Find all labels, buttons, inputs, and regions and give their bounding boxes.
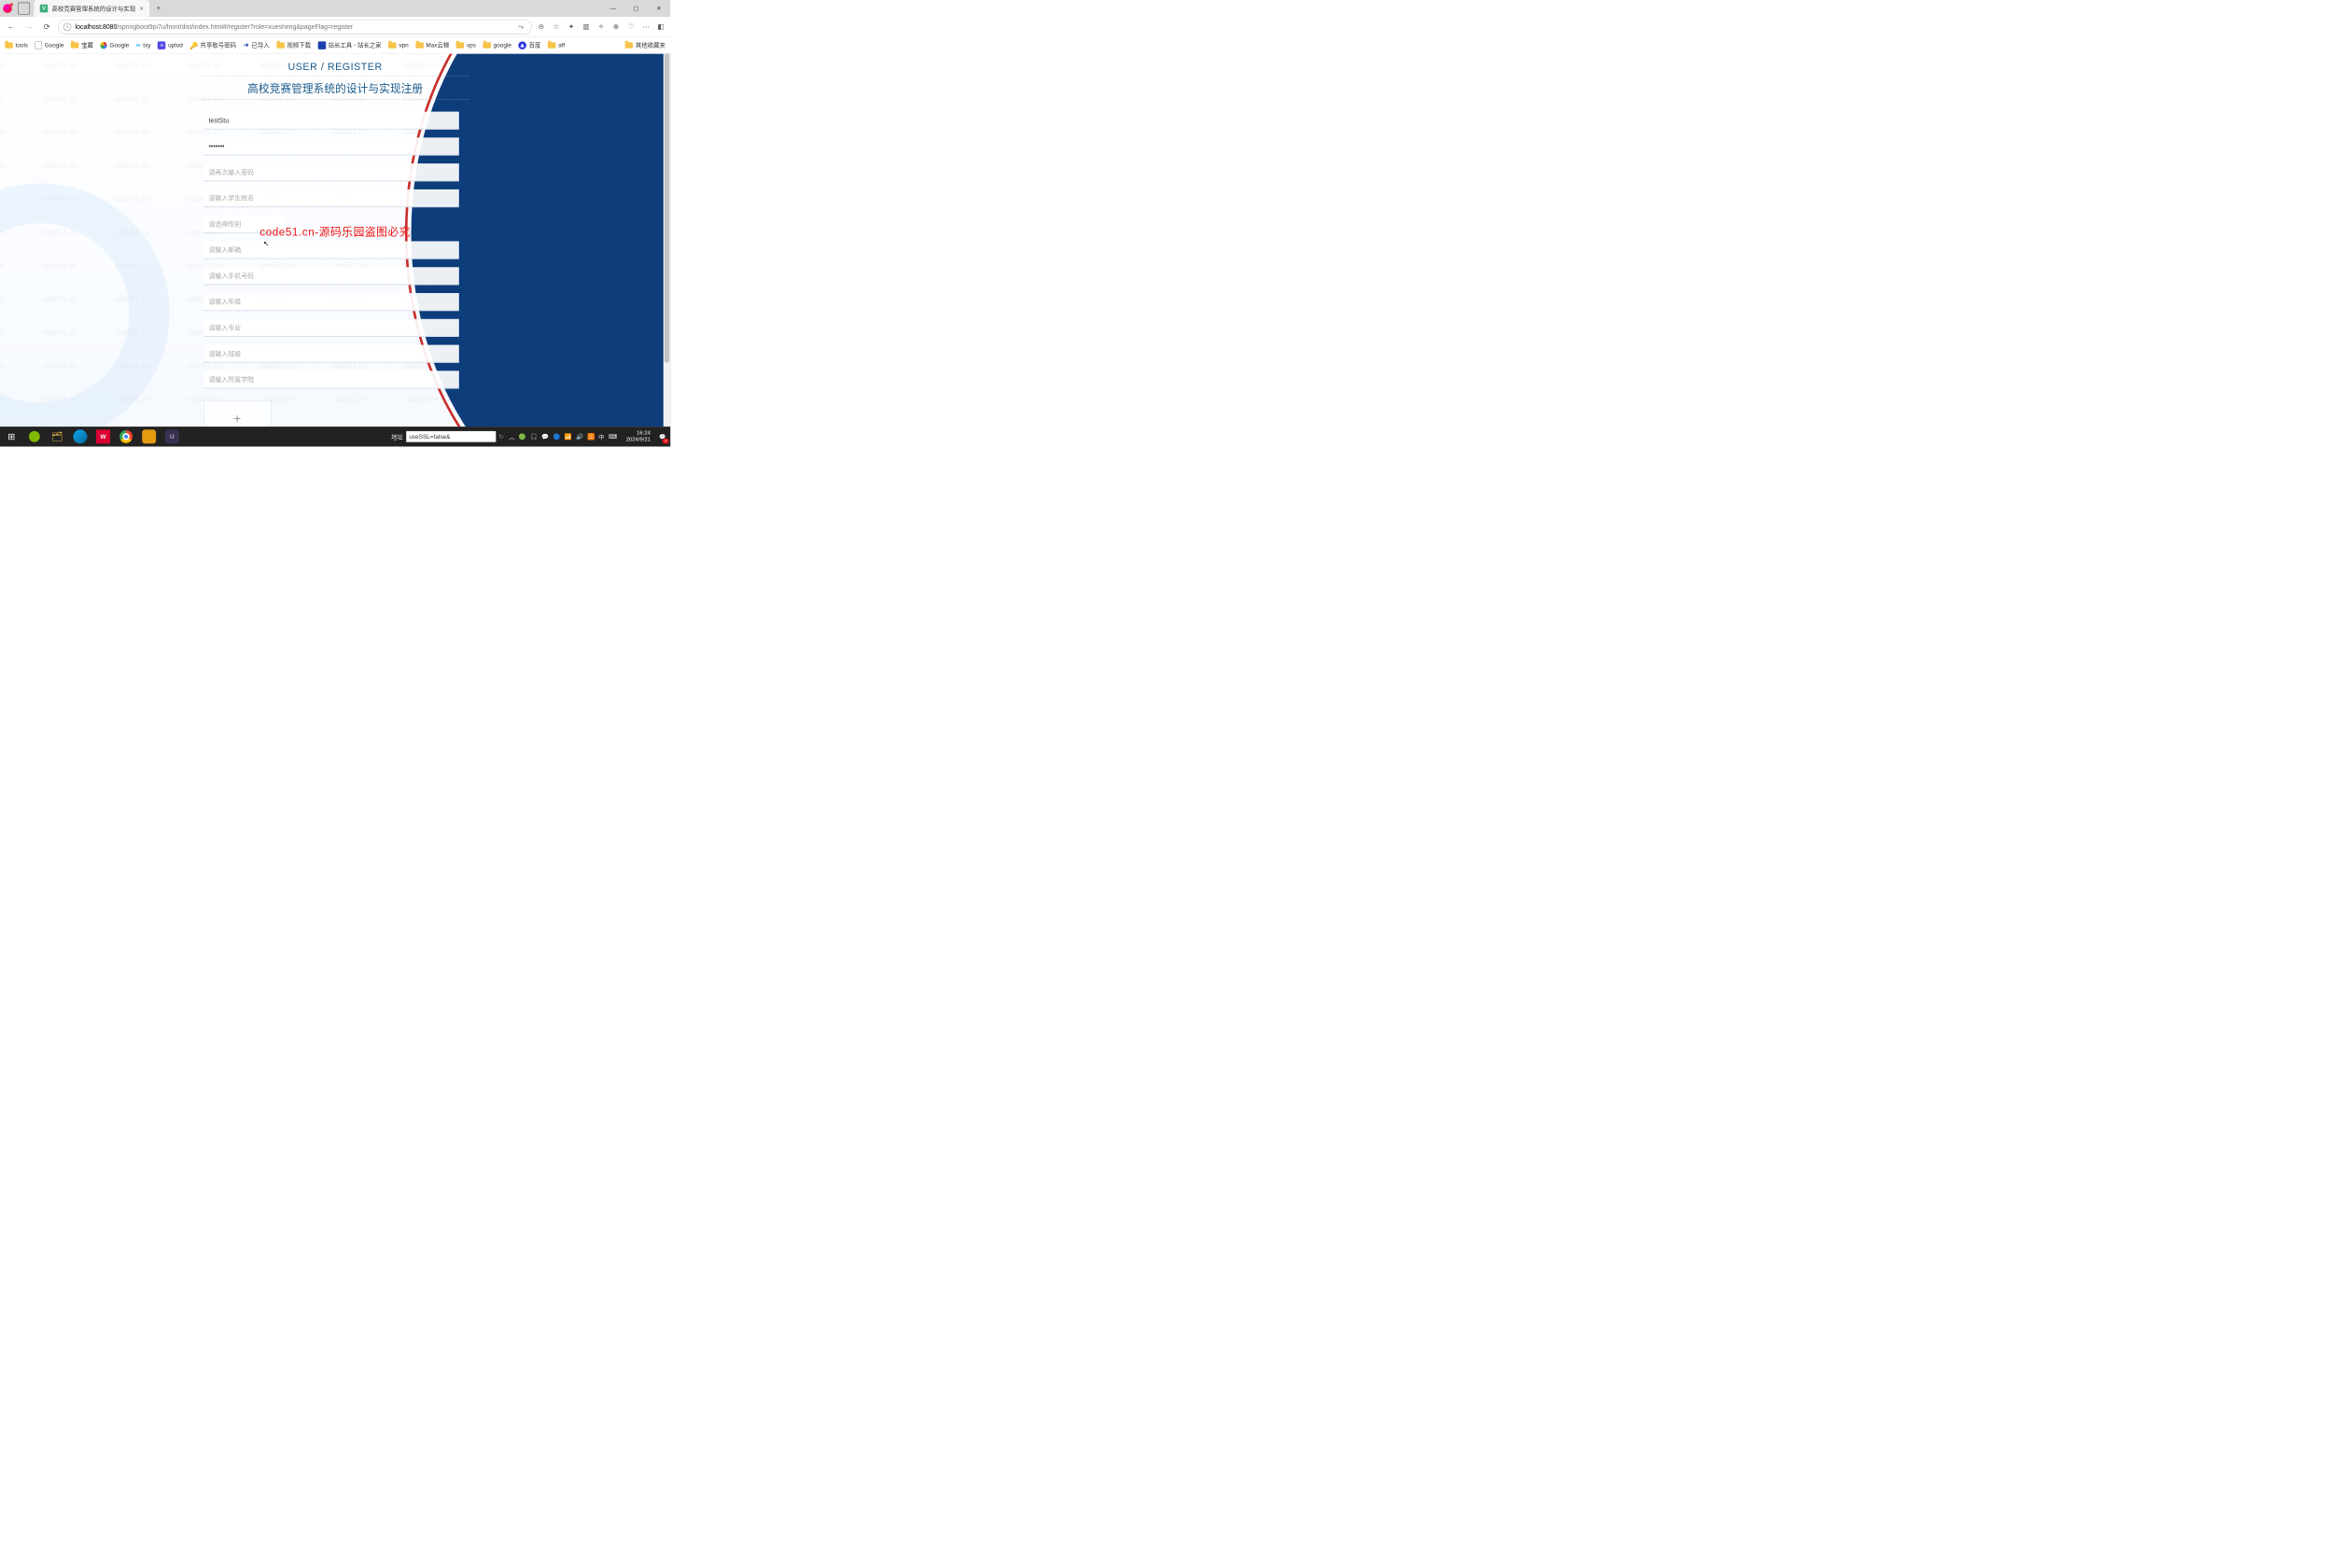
url-bar[interactable]: i localhost:8080/springboot9pi7u/front/d…: [58, 20, 532, 35]
email-input[interactable]: [203, 241, 458, 259]
grade-input[interactable]: [203, 293, 458, 311]
read-aloud-icon[interactable]: ⤳: [515, 21, 526, 33]
bookmark-item[interactable]: google: [483, 42, 511, 49]
navbar: ← → ⟳ i localhost:8080/springboot9pi7u/f…: [0, 17, 670, 36]
favicon-icon: V: [40, 5, 49, 13]
tray-network-icon[interactable]: 📶: [565, 433, 572, 440]
split-icon[interactable]: ▥: [581, 21, 592, 33]
bookmark-item[interactable]: ∞txy: [136, 41, 151, 49]
divider: [201, 99, 469, 100]
major-input[interactable]: [203, 319, 458, 337]
taskbar-edge-icon[interactable]: [73, 429, 87, 443]
taskbar-ps-icon[interactable]: [142, 429, 156, 443]
bookmark-item[interactable]: vps: [456, 42, 476, 49]
new-tab-button[interactable]: +: [151, 2, 165, 16]
tray-sound-icon[interactable]: 🔊: [576, 433, 583, 440]
bookmark-item[interactable]: aff: [548, 42, 565, 49]
sidebar-icon[interactable]: ◧: [655, 21, 666, 33]
url-text: localhost:8080/springboot9pi7u/front/dis…: [76, 23, 511, 31]
taskbar-chrome-icon[interactable]: [119, 430, 133, 443]
taskbar-intellij-icon[interactable]: IJ: [165, 429, 179, 443]
shopping-icon[interactable]: ⊕: [610, 21, 622, 33]
college-input[interactable]: [203, 371, 458, 388]
favorite-icon[interactable]: ☆: [551, 21, 562, 33]
zoom-icon[interactable]: ⊖: [536, 21, 547, 33]
bookmark-item[interactable]: Max云梯: [415, 41, 449, 49]
scrollbar[interactable]: [664, 54, 670, 427]
taskbar-wps-icon[interactable]: W: [96, 429, 110, 443]
bookmark-item[interactable]: Google: [35, 41, 64, 49]
tray-ime-icon[interactable]: 中: [598, 432, 604, 441]
bookmark-item[interactable]: 站长工具 - 站长之家: [317, 41, 381, 49]
taskbar-address-input[interactable]: [406, 431, 496, 442]
page-subheading: 高校竞赛管理系统的设计与实现注册: [201, 79, 469, 95]
minimize-button[interactable]: —: [602, 0, 625, 17]
bookmark-item[interactable]: ➜已导入: [243, 41, 269, 49]
page-viewport: code51.cncode51.cncode51.cncode51.cncode…: [0, 54, 670, 447]
notifications-button[interactable]: 💬7: [654, 427, 670, 446]
close-tab-icon[interactable]: ×: [140, 5, 144, 13]
browser-tab[interactable]: V 高校竞赛管理系统的设计与实现 ×: [34, 0, 149, 17]
wallet-icon[interactable]: ♡: [625, 21, 637, 33]
register-form: USER / REGISTER 高校竞赛管理系统的设计与实现注册 +: [201, 62, 469, 436]
tabstrip-icon[interactable]: [18, 3, 30, 15]
refresh-button[interactable]: ⟳: [40, 20, 54, 34]
password-input[interactable]: [203, 137, 458, 155]
tray-sogou-icon[interactable]: S: [587, 433, 594, 440]
bookmark-item[interactable]: vpn: [388, 42, 409, 49]
phone-input[interactable]: [203, 267, 458, 285]
password-confirm-input[interactable]: [203, 163, 458, 181]
taskbar: ⊞ 🗂 W IJ 地址 ↻ ︿ 🟢 🎧 💬 🔵 📶 🔊 S 中 ⌨ 16:24: [0, 427, 670, 446]
student-name-input[interactable]: [203, 189, 458, 207]
system-tray[interactable]: ︿ 🟢 🎧 💬 🔵 📶 🔊 S 中 ⌨: [504, 432, 623, 441]
tray-app-icon[interactable]: 🟢: [519, 433, 526, 440]
more-icon[interactable]: ⋯: [640, 21, 651, 33]
bookmark-item[interactable]: tools: [5, 42, 28, 49]
divider: [201, 76, 469, 77]
tray-app-icon[interactable]: 💬: [541, 433, 549, 440]
maximize-button[interactable]: ▢: [624, 0, 648, 17]
scrollbar-thumb[interactable]: [665, 54, 669, 363]
extensions-icon[interactable]: ✦: [566, 21, 577, 33]
taskbar-clock[interactable]: 16:24 2024/9/21: [622, 430, 654, 443]
bookmarks-overflow[interactable]: 其他收藏夹: [625, 41, 665, 49]
gender-select[interactable]: [203, 216, 283, 233]
bookmark-item[interactable]: 视频下载: [276, 41, 311, 49]
profile-icon[interactable]: [3, 4, 12, 13]
bookmark-item[interactable]: Google: [100, 42, 129, 49]
site-info-icon[interactable]: i: [63, 22, 72, 31]
taskbar-explorer-icon[interactable]: 🗂: [46, 427, 69, 446]
bookmark-item[interactable]: 百度: [518, 41, 540, 49]
bookmarks-bar: tools Google 宝藏 Google ∞txy sluplod 🔑共享账号密码 ➜已导…: [0, 37, 670, 54]
decorative-circle: [0, 184, 170, 443]
start-button[interactable]: ⊞: [0, 427, 23, 446]
bookmark-item[interactable]: sluplod: [158, 41, 183, 49]
tab-title: 高校竞赛管理系统的设计与实现: [52, 5, 136, 13]
class-input[interactable]: [203, 345, 458, 363]
folder-icon: [625, 42, 634, 48]
page-heading: USER / REGISTER: [201, 62, 469, 73]
username-input[interactable]: [203, 112, 458, 130]
taskbar-browser-icon[interactable]: [23, 427, 47, 446]
tray-app-icon[interactable]: 🎧: [530, 433, 538, 440]
titlebar: V 高校竞赛管理系统的设计与实现 × + — ▢ ✕: [0, 0, 670, 17]
tray-chevron-icon[interactable]: ︿: [509, 432, 514, 441]
forward-button: →: [21, 20, 35, 34]
tray-app-icon[interactable]: 🔵: [553, 433, 561, 440]
collections-icon[interactable]: ✧: [595, 21, 607, 33]
bookmark-item[interactable]: 🔑共享账号密码: [189, 41, 236, 49]
tray-keyboard-icon[interactable]: ⌨: [609, 433, 617, 440]
back-button[interactable]: ←: [4, 20, 18, 34]
bookmark-item[interactable]: 宝藏: [71, 41, 93, 49]
close-window-button[interactable]: ✕: [648, 0, 671, 17]
taskbar-address: 地址 ↻: [391, 431, 504, 442]
